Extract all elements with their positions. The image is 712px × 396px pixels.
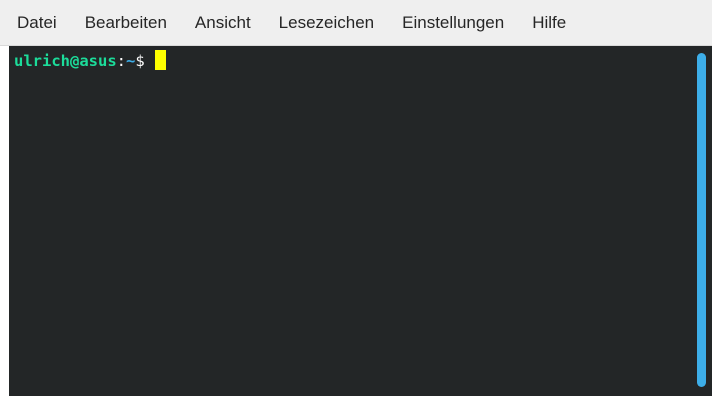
menu-hilfe[interactable]: Hilfe bbox=[532, 12, 566, 34]
prompt-symbol: $ bbox=[135, 52, 145, 70]
scrollbar[interactable] bbox=[697, 53, 706, 387]
menu-datei[interactable]: Datei bbox=[17, 12, 57, 34]
menu-bearbeiten[interactable]: Bearbeiten bbox=[85, 12, 167, 34]
prompt-separator: : bbox=[116, 52, 126, 70]
scrollbar-thumb[interactable] bbox=[697, 53, 706, 387]
prompt-line: ulrich@asus:~$ bbox=[14, 50, 166, 72]
terminal-window: Datei Bearbeiten Ansicht Lesezeichen Ein… bbox=[0, 0, 712, 396]
menubar: Datei Bearbeiten Ansicht Lesezeichen Ein… bbox=[0, 0, 712, 46]
text-cursor bbox=[154, 50, 166, 70]
prompt-path: ~ bbox=[126, 52, 136, 70]
prompt-user-host: ulrich@asus bbox=[14, 52, 117, 70]
terminal-area[interactable]: ulrich@asus:~$ bbox=[9, 46, 712, 396]
menu-lesezeichen[interactable]: Lesezeichen bbox=[279, 12, 374, 34]
menu-ansicht[interactable]: Ansicht bbox=[195, 12, 251, 34]
menu-einstellungen[interactable]: Einstellungen bbox=[402, 12, 504, 34]
